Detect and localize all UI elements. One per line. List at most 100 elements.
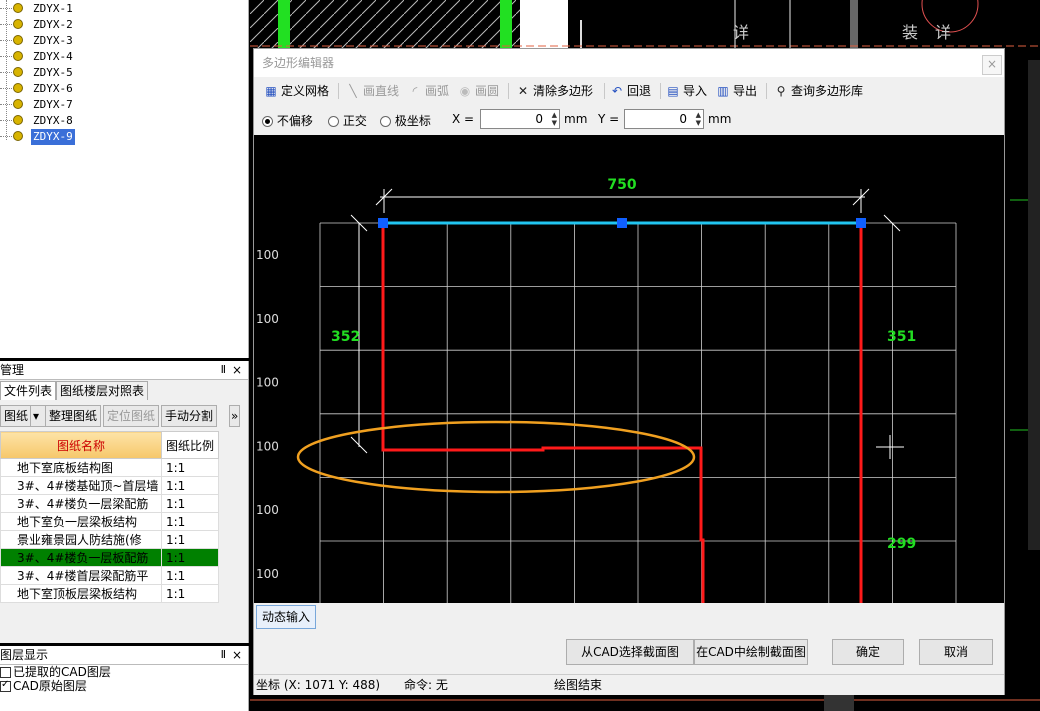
pin-icon[interactable]: Ⅱ bbox=[221, 646, 226, 664]
grid-tool-button[interactable]: ▦ 定义网格 bbox=[264, 82, 329, 100]
tree-item-label: ZDYX-1 bbox=[33, 2, 73, 15]
table-row[interactable]: 地下室底板结构图 1:1 bbox=[0, 458, 219, 477]
spin-arrows-icon[interactable]: ▲ ▼ bbox=[696, 111, 701, 127]
tree-item[interactable]: ZDYX-6 bbox=[0, 81, 200, 97]
import-tool-button[interactable]: ▤ 导入 bbox=[666, 82, 707, 100]
vertex-handle[interactable] bbox=[856, 218, 866, 228]
cad-label: 装 bbox=[902, 23, 918, 42]
search-tool-button[interactable]: ⚲ 查询多边形库 bbox=[774, 82, 863, 100]
cancel-button[interactable]: 取消 bbox=[919, 639, 993, 665]
checkbox-icon[interactable] bbox=[0, 678, 11, 692]
drawing-button[interactable]: 图纸 bbox=[0, 405, 33, 427]
tree-item[interactable]: ZDYX-2 bbox=[0, 17, 200, 33]
vertex-handle[interactable] bbox=[378, 218, 388, 228]
ok-button[interactable]: 确定 bbox=[832, 639, 904, 665]
tree-connector bbox=[0, 120, 12, 121]
tree-item[interactable]: ZDYX-3 bbox=[0, 33, 200, 49]
gear-icon bbox=[13, 35, 23, 45]
grid-label: 100 bbox=[256, 567, 279, 581]
polygon-canvas[interactable]: 100 100 100 100 100 100 750 352 351 299 bbox=[254, 135, 1004, 603]
polygon-editor-dialog: 多边形编辑器 × ▦ 定义网格 ╲ 画直线 ◜ 画弧 ◉ 画圆 ✕ 清除多边形 ↶ 回退 ▤ 导入 ▥ 导出 ⚲… bbox=[253, 48, 1005, 695]
status-message: 绘图结束 bbox=[554, 678, 603, 692]
midpoint-handle[interactable] bbox=[617, 218, 627, 228]
tab-drawing-floor-map[interactable]: 图纸楼层对照表 bbox=[56, 381, 149, 400]
organize-drawings-button[interactable]: 整理图纸 bbox=[45, 405, 102, 427]
tree-item[interactable]: ZDYX-5 bbox=[0, 65, 200, 81]
table-row[interactable]: 地下室负一层梁板结构 1:1 bbox=[0, 512, 219, 531]
gear-icon bbox=[13, 19, 23, 29]
line-tool-button[interactable]: ╲ 画直线 bbox=[346, 82, 399, 100]
grid-icon: ▦ bbox=[265, 84, 277, 98]
circle-tool-button[interactable]: ◉ 画圆 bbox=[458, 82, 499, 100]
polygon[interactable] bbox=[381, 221, 863, 603]
pin-icon[interactable]: Ⅱ bbox=[221, 361, 226, 379]
close-button[interactable]: × bbox=[982, 55, 1002, 75]
close-icon[interactable]: × bbox=[232, 646, 242, 664]
table-row[interactable]: 3#、4#楼负一层梁配筋 1:1 bbox=[0, 494, 219, 513]
tool-label: 回退 bbox=[627, 84, 652, 98]
tree-item-label: ZDYX-3 bbox=[33, 34, 73, 47]
status-coords: 坐标 (X: 1071 Y: 488) bbox=[256, 678, 381, 692]
spin-arrows-icon[interactable]: ▲ ▼ bbox=[552, 111, 557, 127]
x-input[interactable]: 0 ▲ ▼ bbox=[480, 109, 560, 129]
x-label: X = bbox=[452, 112, 475, 126]
tree-connector bbox=[0, 24, 12, 25]
export-tool-button[interactable]: ▥ 导出 bbox=[716, 82, 757, 100]
tree-item[interactable]: ZDYX-8 bbox=[0, 113, 200, 129]
tree-item[interactable]: ZDYX-1 bbox=[0, 1, 200, 17]
table-row[interactable]: 景业雍景园人防结施(修 1:1 bbox=[0, 530, 219, 549]
dimension-right: 351 bbox=[887, 329, 916, 345]
arc-tool-button[interactable]: ◜ 画弧 bbox=[408, 82, 449, 100]
tree-item[interactable]: ZDYX-4 bbox=[0, 49, 200, 65]
mode-orthogonal[interactable]: 正交 bbox=[328, 112, 367, 129]
search-icon: ⚲ bbox=[776, 84, 786, 98]
grid-label: 100 bbox=[256, 312, 279, 326]
drawing-ratio-cell: 1:1 bbox=[161, 530, 219, 549]
toolbar-separator bbox=[508, 83, 509, 99]
more-icon[interactable]: » bbox=[229, 405, 241, 427]
table-row[interactable]: 3#、4#楼负一层板配筋 1:1 bbox=[0, 548, 219, 567]
layer-item[interactable]: CAD原始图层 bbox=[0, 678, 248, 693]
tool-label: 导入 bbox=[683, 84, 708, 98]
radio-icon bbox=[380, 116, 391, 127]
mode-no-offset[interactable]: 不偏移 bbox=[262, 112, 313, 129]
close-icon[interactable]: × bbox=[232, 361, 242, 379]
undo-tool-button[interactable]: ↶ 回退 bbox=[610, 82, 651, 100]
tree-item-label: ZDYX-6 bbox=[33, 82, 73, 95]
tree-item[interactable]: ZDYX-7 bbox=[0, 97, 200, 113]
tool-label: 导出 bbox=[733, 84, 758, 98]
dimension-right-lower: 299 bbox=[887, 536, 916, 552]
gear-icon bbox=[13, 51, 23, 61]
cad-label: 详 bbox=[935, 23, 951, 42]
tree-item[interactable]: ZDYX-9 bbox=[0, 129, 200, 145]
select-from-cad-button[interactable]: 从CAD选择截面图 bbox=[566, 639, 694, 665]
table-row[interactable]: 3#、4#楼首层梁配筋平 1:1 bbox=[0, 566, 219, 585]
table-row[interactable]: 3#、4#楼基础顶~首层墙 1:1 bbox=[0, 476, 219, 495]
draw-in-cad-button[interactable]: 在CAD中绘制截面图 bbox=[694, 639, 808, 665]
tab-file-list[interactable]: 文件列表 bbox=[0, 381, 57, 400]
y-label: Y = bbox=[598, 112, 620, 126]
polygon-drawing[interactable]: 100100100100100100 750 352 351 299 bbox=[254, 135, 1004, 603]
drawing-name-cell: 3#、4#楼负一层梁配筋 bbox=[0, 494, 162, 513]
manual-split-button[interactable]: 手动分割 bbox=[161, 405, 218, 427]
column-header-name[interactable]: 图纸名称 bbox=[0, 431, 162, 459]
y-input[interactable]: 0 ▲ ▼ bbox=[624, 109, 704, 129]
circle-icon: ◉ bbox=[459, 84, 471, 98]
dimension-lines bbox=[350, 188, 904, 459]
locate-drawing-button[interactable]: 定位图纸 bbox=[103, 405, 160, 427]
column-header-ratio[interactable]: 图纸比例 bbox=[161, 431, 219, 459]
clear-tool-button[interactable]: ✕ 清除多边形 bbox=[516, 82, 593, 100]
status-bar: 坐标 (X: 1071 Y: 488) 命令: 无 绘图结束 bbox=[254, 674, 1004, 695]
line-icon: ╲ bbox=[349, 84, 357, 98]
table-row[interactable]: 地下室顶板层梁板结构 1:1 bbox=[0, 584, 219, 603]
undo-icon: ↶ bbox=[611, 84, 623, 98]
layer-item[interactable]: 已提取的CAD图层 bbox=[0, 665, 248, 679]
mode-polar[interactable]: 极坐标 bbox=[380, 112, 431, 129]
tree-item-label: ZDYX-7 bbox=[33, 98, 73, 111]
dynamic-input-button[interactable]: 动态输入 bbox=[256, 605, 317, 629]
tool-label: 画弧 bbox=[425, 84, 450, 98]
export-icon: ▥ bbox=[717, 84, 729, 98]
tree-item-label: ZDYX-9 bbox=[31, 129, 75, 145]
checkbox-icon[interactable] bbox=[0, 667, 11, 678]
chevron-down-icon[interactable]: ▾ bbox=[30, 405, 46, 427]
